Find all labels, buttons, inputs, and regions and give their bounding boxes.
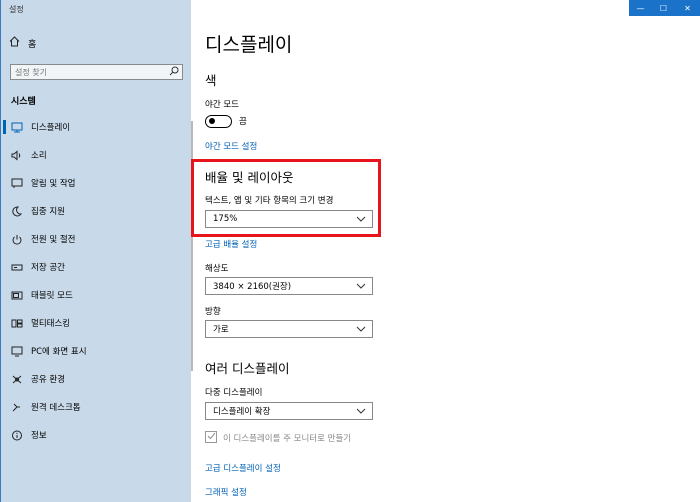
moon-icon bbox=[11, 205, 23, 217]
search-input[interactable] bbox=[11, 65, 161, 79]
sidebar-item-power[interactable]: 전원 및 절전 bbox=[1, 228, 191, 250]
night-light-toggle[interactable] bbox=[205, 115, 232, 128]
resolution-dropdown[interactable]: 3840 × 2160(권장) bbox=[205, 277, 373, 295]
night-light-settings-link[interactable]: 야간 모드 설정 bbox=[205, 140, 257, 152]
sidebar-item-sound[interactable]: 소리 bbox=[1, 144, 191, 166]
section-label: 시스템 bbox=[11, 97, 36, 107]
tablet-icon bbox=[11, 289, 23, 301]
sidebar: 설정 홈 시스템 디스플레이 소리 알림 및 작업 집중 지원 전원 및 절전 … bbox=[0, 0, 191, 502]
main-display-checkbox[interactable] bbox=[205, 431, 217, 443]
main-content: 디스플레이 색 야간 모드 끔 야간 모드 설정 배율 및 레이아웃 텍스트, … bbox=[191, 16, 700, 502]
scale-value: 175% bbox=[213, 214, 238, 224]
close-button[interactable]: ✕ bbox=[675, 0, 700, 16]
graphics-settings-link[interactable]: 그래픽 설정 bbox=[205, 486, 247, 498]
sidebar-item-focus[interactable]: 집중 지원 bbox=[1, 200, 191, 222]
speaker-icon bbox=[11, 149, 23, 161]
multi-display-label: 다중 디스플레이 bbox=[205, 388, 263, 398]
orientation-label: 방향 bbox=[205, 307, 221, 317]
scale-dropdown[interactable]: 175% bbox=[205, 210, 373, 228]
remote-icon bbox=[11, 401, 23, 413]
sidebar-item-label: 소리 bbox=[31, 151, 47, 161]
search-box[interactable] bbox=[10, 64, 183, 80]
sidebar-item-label: 공유 환경 bbox=[31, 375, 65, 385]
sidebar-item-storage[interactable]: 저장 공간 bbox=[1, 256, 191, 278]
scale-label: 텍스트, 앱 및 기타 항목의 크기 변경 bbox=[205, 196, 334, 206]
home-icon bbox=[9, 36, 20, 50]
home-label: 홈 bbox=[28, 39, 37, 50]
notification-icon bbox=[11, 177, 23, 189]
sidebar-item-label: 저장 공간 bbox=[31, 263, 65, 273]
monitor-icon bbox=[11, 121, 23, 133]
page-title: 디스플레이 bbox=[205, 34, 293, 56]
checkmark-icon bbox=[207, 432, 216, 443]
multi-display-header: 여러 디스플레이 bbox=[205, 361, 290, 376]
minimize-button[interactable]: — bbox=[629, 0, 652, 16]
maximize-button[interactable]: ☐ bbox=[652, 0, 675, 16]
chevron-down-icon bbox=[356, 281, 366, 291]
sidebar-item-notifications[interactable]: 알림 및 작업 bbox=[1, 172, 191, 194]
chevron-down-icon bbox=[356, 406, 366, 416]
sidebar-item-label: 디스플레이 bbox=[31, 123, 71, 133]
search-icon[interactable] bbox=[169, 66, 179, 79]
chevron-down-icon bbox=[356, 324, 366, 334]
minimize-icon: — bbox=[636, 3, 645, 13]
sidebar-item-label: 정보 bbox=[31, 431, 47, 441]
info-icon bbox=[11, 429, 23, 441]
main-display-checkbox-label: 이 디스플레이를 주 모니터로 만들기 bbox=[223, 434, 352, 444]
resolution-label: 해상도 bbox=[205, 264, 229, 274]
project-icon bbox=[11, 345, 23, 357]
sidebar-item-tablet[interactable]: 태블릿 모드 bbox=[1, 284, 191, 306]
sidebar-item-remote[interactable]: 원격 데스크톱 bbox=[1, 396, 191, 418]
sidebar-item-multitasking[interactable]: 멀티태스킹 bbox=[1, 312, 191, 334]
power-icon bbox=[11, 233, 23, 245]
color-header: 색 bbox=[205, 73, 217, 88]
sidebar-item-label: 전원 및 절전 bbox=[31, 235, 76, 245]
advanced-scaling-link[interactable]: 고급 배율 설정 bbox=[205, 238, 257, 250]
scale-header: 배율 및 레이아웃 bbox=[205, 170, 294, 185]
sidebar-item-label: 원격 데스크톱 bbox=[31, 403, 81, 413]
shared-icon bbox=[11, 373, 23, 385]
sidebar-item-project[interactable]: PC에 화면 표시 bbox=[1, 340, 191, 362]
multi-display-dropdown[interactable]: 디스플레이 확장 bbox=[205, 402, 373, 420]
chevron-down-icon bbox=[356, 214, 366, 224]
orientation-dropdown[interactable]: 가로 bbox=[205, 320, 373, 338]
sidebar-item-label: 알림 및 작업 bbox=[31, 179, 76, 189]
sidebar-item-label: PC에 화면 표시 bbox=[31, 347, 87, 357]
sidebar-item-about[interactable]: 정보 bbox=[1, 424, 191, 446]
close-icon: ✕ bbox=[684, 3, 691, 13]
sidebar-item-label: 집중 지원 bbox=[31, 207, 65, 217]
maximize-icon: ☐ bbox=[659, 3, 668, 13]
advanced-display-link[interactable]: 고급 디스플레이 설정 bbox=[205, 462, 281, 474]
home-button[interactable]: 홈 bbox=[9, 36, 36, 50]
sidebar-item-label: 멀티태스킹 bbox=[31, 319, 71, 329]
night-light-state: 끔 bbox=[239, 117, 247, 127]
sidebar-item-label: 태블릿 모드 bbox=[31, 291, 73, 301]
title-bar: — ☐ ✕ bbox=[191, 0, 700, 16]
orientation-value: 가로 bbox=[213, 325, 229, 335]
sidebar-item-shared[interactable]: 공유 환경 bbox=[1, 368, 191, 390]
resolution-value: 3840 × 2160(권장) bbox=[213, 282, 292, 292]
storage-icon bbox=[11, 261, 23, 273]
multi-display-value: 디스플레이 확장 bbox=[213, 407, 271, 417]
night-light-label: 야간 모드 bbox=[205, 100, 239, 110]
multitask-icon bbox=[11, 317, 23, 329]
window-title: 설정 bbox=[9, 5, 24, 14]
sidebar-item-display[interactable]: 디스플레이 bbox=[1, 116, 191, 138]
